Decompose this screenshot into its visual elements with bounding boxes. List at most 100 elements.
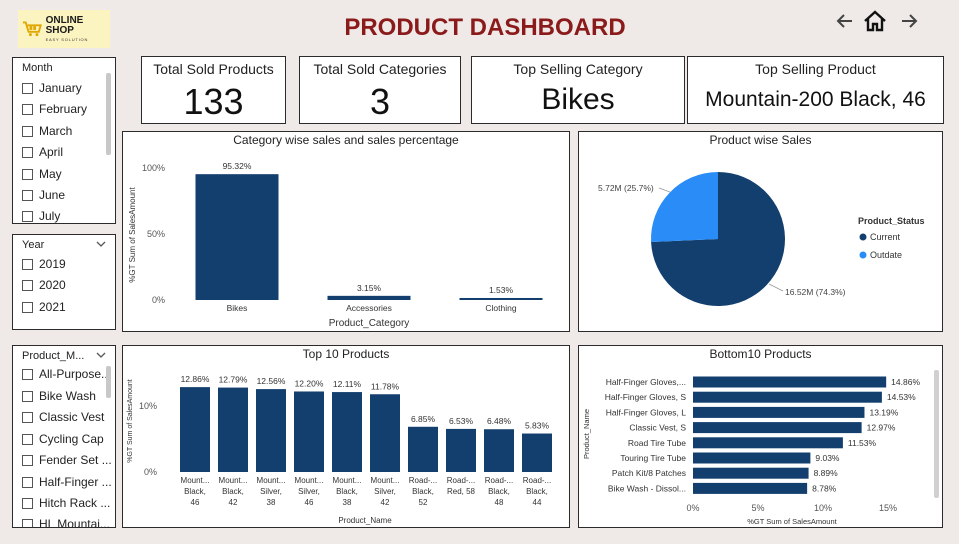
data-label: 6.85% — [411, 414, 436, 424]
checkbox[interactable] — [22, 390, 33, 402]
scrollbar[interactable] — [934, 370, 939, 498]
kpi-label: Top Selling Product — [755, 61, 876, 77]
slicer-item-label: July — [39, 209, 61, 223]
bar — [195, 174, 279, 300]
y-tick-label: 0% — [144, 467, 157, 477]
slicer-item-product[interactable]: Half-Finger ... — [22, 475, 112, 489]
data-label: 9.03% — [815, 453, 840, 463]
product-wise-sales-chart: Product wise Sales 5.72M (25.7%) 16.52M (… — [578, 131, 943, 332]
bar — [370, 394, 400, 472]
slicer-item-july[interactable]: July — [22, 209, 60, 223]
x-tick-label: Black, — [184, 487, 206, 496]
data-label: 16.52M (74.3%) — [785, 287, 846, 297]
bottom10-products-chart: Bottom10 Products Half-Finger Gloves,...… — [578, 345, 943, 528]
slicer-item-product[interactable]: HL Mountai... — [22, 517, 110, 527]
x-tick-label: 42 — [381, 498, 390, 507]
page-title: PRODUCT DASHBOARD — [344, 14, 626, 41]
checkbox[interactable] — [22, 518, 33, 527]
slicer-item-june[interactable]: June — [22, 188, 65, 202]
slicer-item-label: 2021 — [39, 300, 66, 314]
checkbox[interactable] — [22, 189, 33, 201]
slicer-item-label: Bike Wash — [39, 389, 96, 403]
product-wise-sales-svg: 5.72M (25.7%) 16.52M (74.3%) Product_Statu… — [598, 172, 925, 306]
checkbox[interactable] — [22, 168, 33, 180]
kpi-label: Total Sold Categories — [313, 61, 447, 77]
kpi-top-selling-product: Top Selling Product Mountain-200 Black, … — [687, 56, 944, 124]
legend-marker — [859, 233, 867, 241]
x-tick-label: 5% — [751, 503, 764, 513]
checkbox[interactable] — [22, 210, 33, 222]
x-tick-label: Mount... — [371, 476, 400, 485]
slicer-item-product[interactable]: Hitch Rack ... — [22, 496, 110, 510]
slicer-item-label: Cycling Cap — [39, 432, 104, 446]
home-button[interactable] — [862, 8, 888, 34]
x-tick-label: Black, — [412, 487, 434, 496]
y-axis-label: %GT Sum of SalesAmount — [128, 187, 137, 283]
data-label: 12.11% — [333, 379, 362, 389]
slicer-item-product[interactable]: All-Purpose... — [22, 367, 111, 381]
checkbox[interactable] — [22, 82, 33, 94]
data-label: 8.78% — [812, 483, 837, 493]
chevron-down-icon[interactable] — [96, 351, 106, 359]
slicer-item-april[interactable]: April — [22, 145, 63, 159]
slicer-item-2021[interactable]: 2021 — [22, 300, 66, 314]
checkbox[interactable] — [22, 411, 33, 423]
bar — [693, 482, 808, 494]
y-axis-label: %GT Sum of SalesAmount — [127, 379, 134, 463]
x-tick-label: Black, — [336, 487, 358, 496]
checkbox[interactable] — [22, 476, 33, 488]
x-tick-label: Mount... — [219, 476, 248, 485]
x-tick-label: Mount... — [181, 476, 210, 485]
kpi-label: Total Sold Products — [153, 61, 274, 77]
y-tick-label: 100% — [142, 163, 165, 173]
x-tick-label: Black, — [222, 487, 244, 496]
checkbox[interactable] — [22, 146, 33, 158]
checkbox[interactable] — [22, 125, 33, 137]
forward-button[interactable] — [898, 8, 920, 34]
back-button[interactable] — [834, 8, 856, 34]
y-axis-label: Product_Name — [582, 409, 591, 459]
slicer-item-february[interactable]: February — [22, 102, 87, 116]
leader-line — [658, 187, 671, 193]
slicer-item-2019[interactable]: 2019 — [22, 257, 66, 271]
x-tick-label: 46 — [191, 498, 200, 507]
y-tick-label: 10% — [139, 401, 157, 411]
checkbox[interactable] — [22, 368, 33, 380]
slicer-item-product[interactable]: Bike Wash — [22, 389, 96, 403]
slicer-item-product[interactable]: Cycling Cap — [22, 432, 104, 446]
slicer-item-january[interactable]: January — [22, 81, 82, 95]
y-tick-label: Bike Wash - Dissol... — [608, 483, 686, 493]
checkbox[interactable] — [22, 103, 33, 115]
x-tick-label: 38 — [267, 498, 276, 507]
scrollbar[interactable] — [106, 366, 111, 398]
checkbox[interactable] — [22, 279, 33, 291]
pie-slice — [651, 172, 718, 243]
data-label: 6.53% — [449, 416, 474, 426]
checkbox[interactable] — [22, 454, 33, 466]
logo: ONLINE SHOP EASY SOLUTION — [18, 10, 110, 48]
chevron-down-icon[interactable] — [96, 240, 106, 248]
bar — [693, 467, 809, 479]
checkbox[interactable] — [22, 258, 33, 270]
x-tick-label: Mount... — [333, 476, 362, 485]
slicer-item-march[interactable]: March — [22, 124, 72, 138]
x-tick-label: 0% — [686, 503, 699, 513]
slicer-item-may[interactable]: May — [22, 167, 62, 181]
x-tick-label: Road-... — [409, 476, 437, 485]
checkbox[interactable] — [22, 433, 33, 445]
slicer-item-product[interactable]: Classic Vest — [22, 410, 104, 424]
scrollbar[interactable] — [106, 73, 111, 155]
bar — [408, 426, 438, 472]
slicer-item-label: March — [39, 124, 73, 138]
checkbox[interactable] — [22, 497, 33, 509]
product-slicer: Product_M... All-Purpose... Bike Wash Cl… — [12, 345, 116, 528]
category-sales-svg: 0% 50% 100% %GT Sum of SalesAmount 95.32% Bik… — [128, 161, 543, 329]
slicer-item-label: May — [39, 167, 62, 181]
y-tick-label: Half-Finger Gloves, S — [605, 392, 687, 402]
bar — [693, 391, 882, 403]
checkbox[interactable] — [22, 301, 33, 313]
data-label: 12.79% — [219, 375, 248, 385]
slicer-item-product[interactable]: Fender Set ... — [22, 453, 112, 467]
slicer-item-2020[interactable]: 2020 — [22, 278, 66, 292]
bar — [218, 387, 248, 472]
